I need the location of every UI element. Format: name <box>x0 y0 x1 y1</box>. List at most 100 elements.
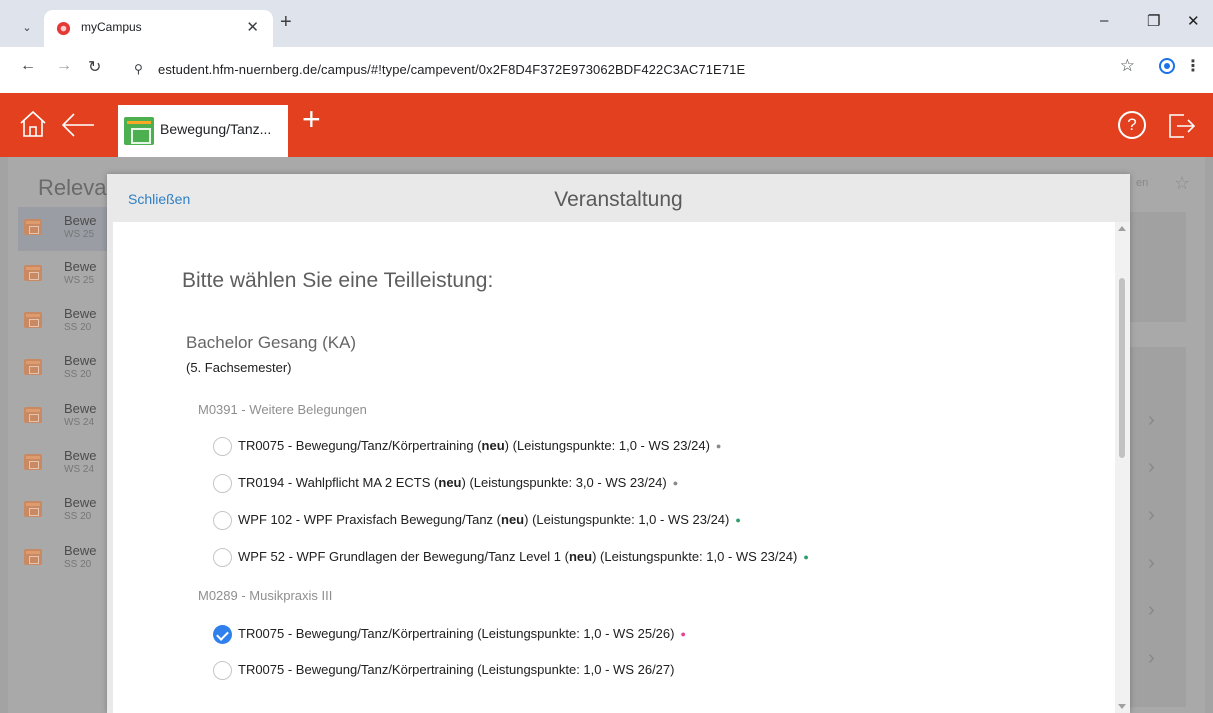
logout-icon[interactable] <box>1166 111 1196 141</box>
calendar-icon <box>24 312 42 328</box>
semester-info: (5. Fachsemester) <box>186 360 292 375</box>
browser-tab-title: myCampus <box>81 20 142 34</box>
background-detail-panel <box>1130 212 1186 322</box>
calendar-icon <box>24 407 42 423</box>
app-tab-bewegung[interactable]: Bewegung/Tanz... <box>118 105 288 157</box>
background-list-item: Bewe WS 25 <box>18 253 108 297</box>
list-item-term: SS 20 <box>64 322 92 333</box>
chevron-right-icon: › <box>1148 456 1155 478</box>
new-tab-button[interactable]: + <box>280 11 292 34</box>
option-label: TR0075 - Bewegung/Tanz/Körpertraining (L… <box>238 626 686 641</box>
menu-icon[interactable]: ⋮ <box>1185 56 1201 76</box>
option-tr0075-ws2324[interactable]: TR0075 - Bewegung/Tanz/Körpertraining (n… <box>213 435 1103 459</box>
radio-button[interactable] <box>213 548 232 567</box>
star-icon: ☆ <box>1174 173 1191 193</box>
option-label: WPF 52 - WPF Grundlagen der Bewegung/Tan… <box>238 549 809 564</box>
option-tr0075-ws2627[interactable]: TR0075 - Bewegung/Tanz/Körpertraining (L… <box>213 659 1103 683</box>
background-list-item: Bewe SS 20 <box>18 537 108 581</box>
minimize-button[interactable]: – <box>1100 12 1108 29</box>
dialog-title: Veranstaltung <box>554 188 683 211</box>
option-wpf102-ws2324[interactable]: WPF 102 - WPF Praxisfach Bewegung/Tanz (… <box>213 509 1103 533</box>
study-program: Bachelor Gesang (KA) <box>186 333 357 352</box>
site-info-icon[interactable]: ⚲ <box>134 62 143 76</box>
background-list-item: Bewe SS 20 <box>18 489 108 533</box>
tab-search-icon[interactable]: ⌄ <box>16 16 38 38</box>
list-item-title: Bewe <box>64 353 97 368</box>
favicon <box>56 21 71 36</box>
radio-button[interactable] <box>213 437 232 456</box>
chevron-right-icon: › <box>1148 552 1155 574</box>
list-item-term: SS 20 <box>64 369 92 380</box>
back-arrow-icon[interactable] <box>60 111 96 139</box>
radio-button[interactable] <box>213 474 232 493</box>
status-dot: ● <box>735 515 741 525</box>
list-item-title: Bewe <box>64 401 97 416</box>
scroll-thumb[interactable] <box>1119 278 1125 458</box>
chevron-right-icon: › <box>1148 599 1155 621</box>
reload-icon[interactable]: ↻ <box>88 57 101 77</box>
calendar-icon <box>124 117 154 145</box>
radio-button-checked[interactable] <box>213 625 232 644</box>
forward-icon[interactable]: → <box>56 57 72 75</box>
bookmark-star-icon[interactable]: ☆ <box>1120 56 1135 76</box>
list-item-term: WS 24 <box>64 417 95 428</box>
background-list-item: Bewe WS 24 <box>18 442 108 486</box>
calendar-icon <box>24 265 42 281</box>
list-item-term: SS 20 <box>64 559 92 570</box>
profile-icon[interactable] <box>1159 58 1175 74</box>
list-item-title: Bewe <box>64 448 97 463</box>
help-icon[interactable]: ? <box>1118 111 1146 139</box>
option-label: TR0075 - Bewegung/Tanz/Körpertraining (n… <box>238 438 722 453</box>
calendar-icon <box>24 501 42 517</box>
list-item-title: Bewe <box>64 543 97 558</box>
browser-tabstrip: ⌄ myCampus ✕ + – ❐ ✕ <box>0 0 1213 47</box>
scroll-down-icon[interactable] <box>1118 704 1126 709</box>
back-icon[interactable]: ← <box>20 57 36 75</box>
background-title: Releva <box>38 175 107 200</box>
option-tr0194-ws2324[interactable]: TR0194 - Wahlpflicht MA 2 ECTS (neu) (Le… <box>213 472 1103 496</box>
background-list-item: Bewe WS 24 <box>18 395 108 439</box>
background-detail-panel <box>1130 347 1186 707</box>
dialog-scrollbar[interactable] <box>1115 222 1130 713</box>
browser-toolbar: ← → ↻ ⚲ estudent.hfm-nuernberg.de/campus… <box>0 47 1213 93</box>
status-dot: ● <box>672 478 679 488</box>
list-item-term: WS 25 <box>64 229 95 240</box>
app-tab-label: Bewegung/Tanz... <box>160 121 272 137</box>
selection-prompt: Bitte wählen Sie eine Teilleistung: <box>182 269 494 292</box>
list-item-title: Bewe <box>64 213 97 228</box>
address-bar[interactable]: ⚲ estudent.hfm-nuernberg.de/campus/#!typ… <box>118 54 1140 86</box>
option-tr0075-ws2526[interactable]: TR0075 - Bewegung/Tanz/Körpertraining (L… <box>213 623 1103 647</box>
restore-button[interactable]: ❐ <box>1147 12 1160 30</box>
list-item-term: WS 24 <box>64 464 95 475</box>
option-label: TR0075 - Bewegung/Tanz/Körpertraining (L… <box>238 662 675 677</box>
status-dot: ● <box>680 629 686 639</box>
add-tab-button[interactable]: + <box>302 103 321 135</box>
chevron-right-icon: › <box>1148 409 1155 431</box>
option-label: WPF 102 - WPF Praxisfach Bewegung/Tanz (… <box>238 512 741 527</box>
close-window-button[interactable]: ✕ <box>1187 12 1200 30</box>
module-header: M0391 - Weitere Belegungen <box>198 402 367 417</box>
browser-tab-mycampus[interactable]: myCampus ✕ <box>44 10 273 47</box>
calendar-icon <box>24 359 42 375</box>
event-dialog: Schließen Veranstaltung Bitte wählen Sie… <box>107 174 1130 713</box>
status-dot: ● <box>715 441 722 451</box>
list-item-title: Bewe <box>64 495 97 510</box>
scroll-up-icon[interactable] <box>1118 226 1126 231</box>
list-item-term: SS 20 <box>64 511 92 522</box>
close-tab-icon[interactable]: ✕ <box>246 18 259 36</box>
module-header: M0289 - Musikpraxis III <box>198 588 333 603</box>
background-list-item: Bewe SS 20 <box>18 347 108 391</box>
home-icon[interactable] <box>18 109 48 139</box>
app-header: Bewegung/Tanz... + ? <box>0 93 1213 157</box>
list-item-title: Bewe <box>64 306 97 321</box>
url-text[interactable]: estudent.hfm-nuernberg.de/campus/#!type/… <box>158 62 745 77</box>
radio-button[interactable] <box>213 661 232 680</box>
list-item-term: WS 25 <box>64 275 95 286</box>
list-item-title: Bewe <box>64 259 97 274</box>
chevron-right-icon: › <box>1148 504 1155 526</box>
option-wpf52-ws2324[interactable]: WPF 52 - WPF Grundlagen der Bewegung/Tan… <box>213 546 1103 570</box>
radio-button[interactable] <box>213 511 232 530</box>
chevron-right-icon: › <box>1148 647 1155 669</box>
dialog-content: Bitte wählen Sie eine Teilleistung: Bach… <box>113 222 1115 713</box>
calendar-icon <box>24 454 42 470</box>
